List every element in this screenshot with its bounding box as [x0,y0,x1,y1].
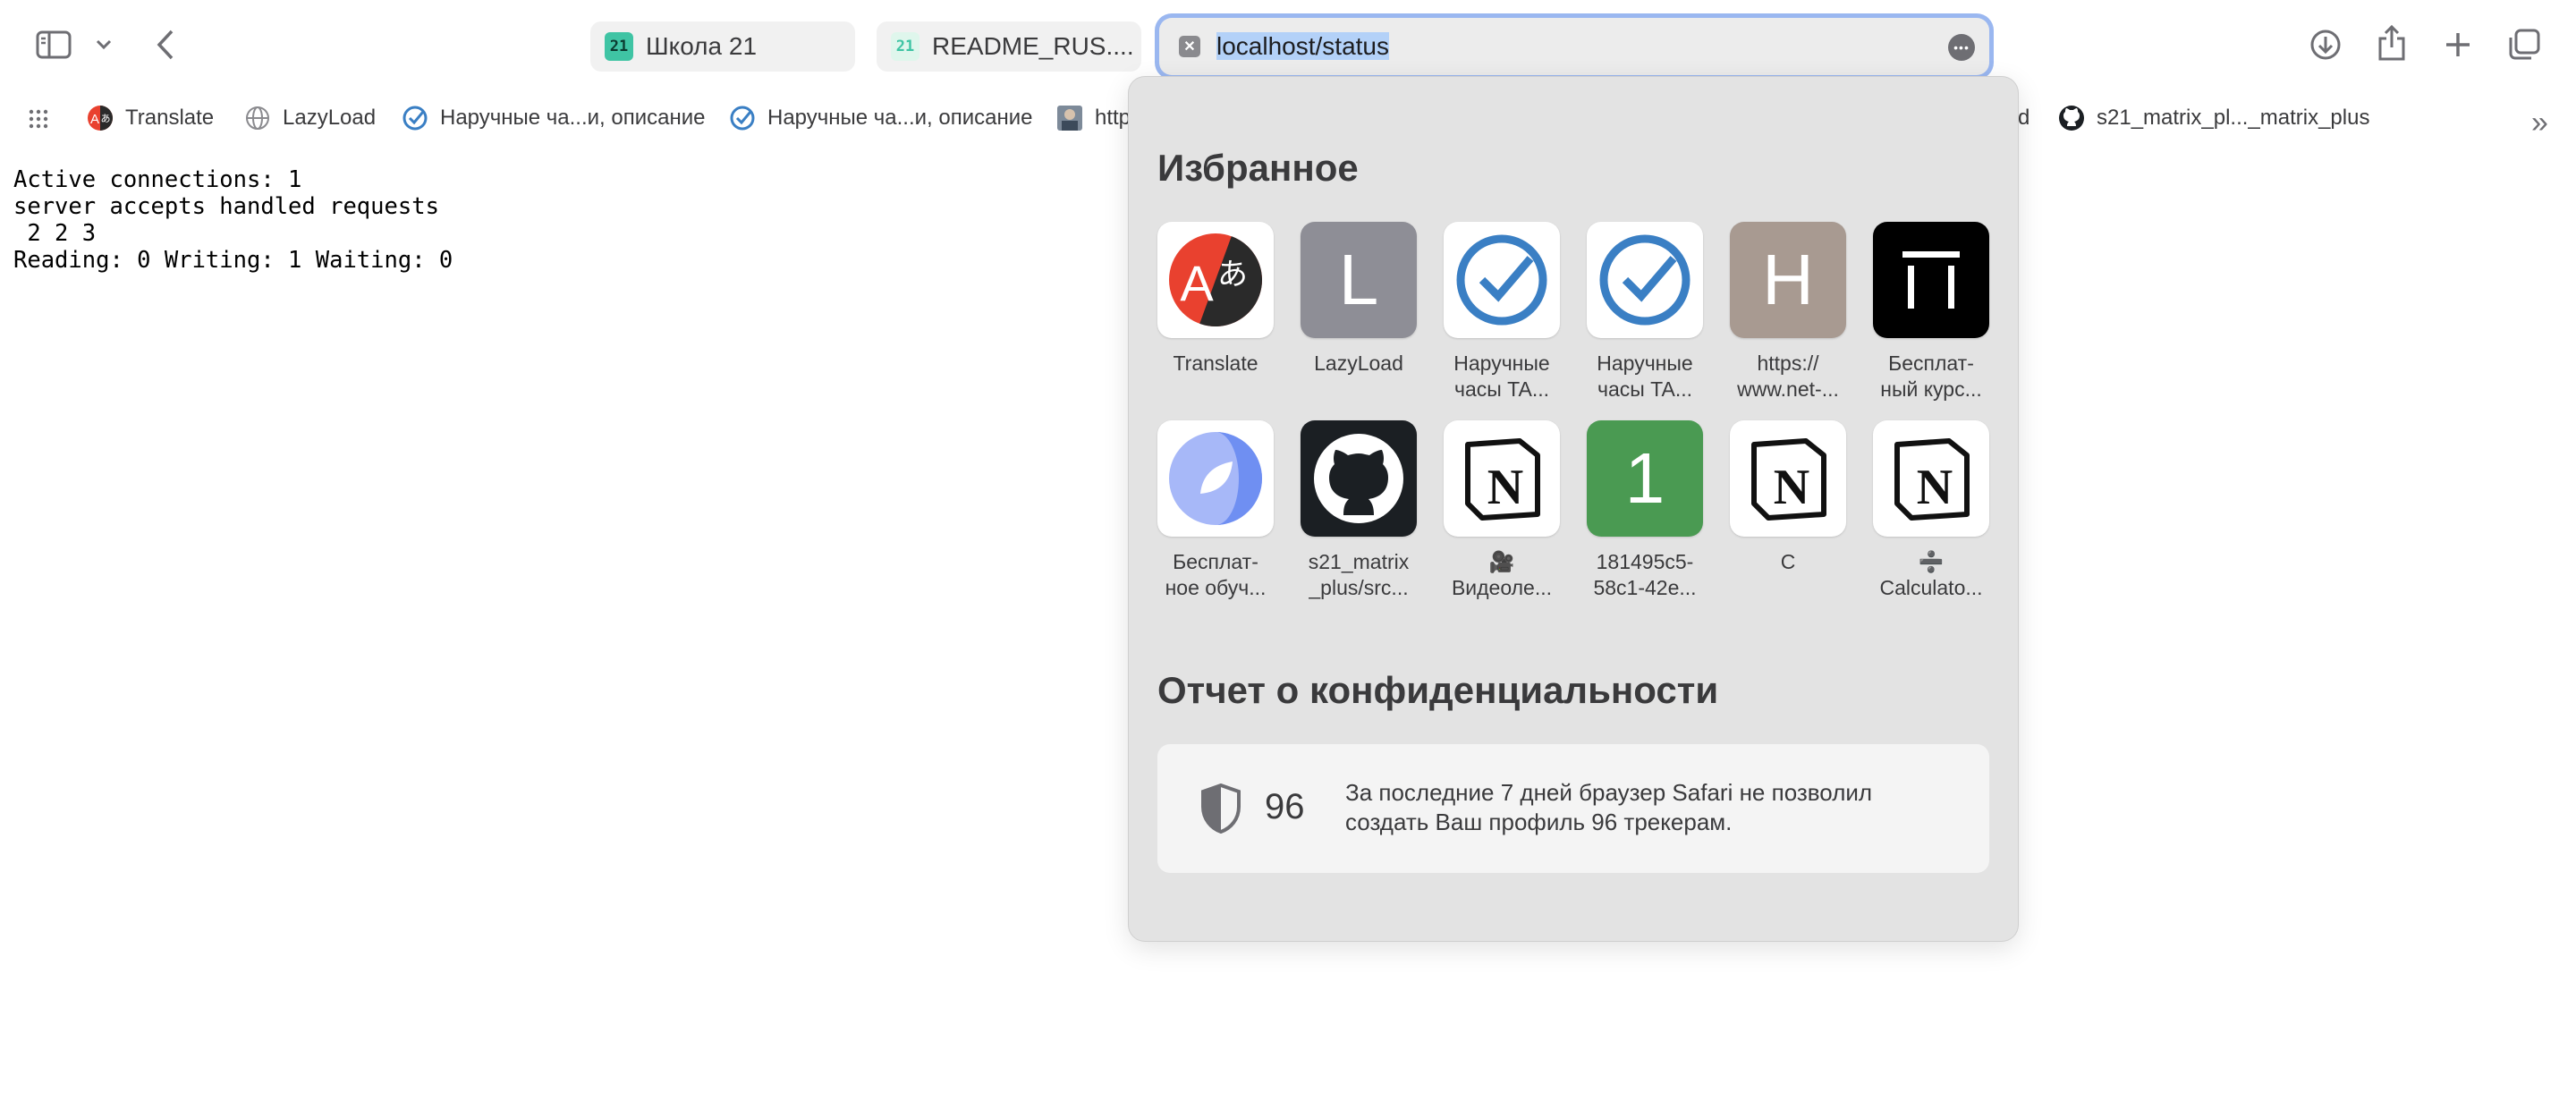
favorite-tile-c[interactable]: N C [1730,420,1846,575]
status-line: Reading: 0 Writing: 1 Waiting: 0 [13,247,453,274]
favorite-link-translate[interactable]: Aあ Translate [86,95,214,141]
school21-logo-icon: 21 [605,32,633,61]
privacy-report-heading: Отчет о конфиденциальности [1157,669,1719,711]
favorite-tile-uuid[interactable]: 1 181495c5- 58c1-42e... [1587,420,1703,601]
shield-icon [1200,783,1241,838]
tab-label: README_RUS.... [932,32,1134,60]
favorite-tile-watches-1[interactable]: Наручные часы TA... [1444,222,1560,402]
favorite-tile-translate[interactable]: Aあ Translate [1157,222,1274,377]
plus-icon[interactable] [2440,27,2476,63]
favorite-link-watches-1[interactable]: Наручные ча...и, описание [401,95,705,141]
leaf-icon [1157,420,1274,537]
favorite-tile-label: 🎥 Видеоле... [1451,550,1553,599]
address-input[interactable]: localhost/status [1216,30,1389,63]
notion-icon: N [1444,420,1560,537]
favorite-tile-net[interactable]: H https:// www.net-... [1730,222,1846,402]
globe-icon [243,104,272,132]
address-value: localhost/status [1216,32,1389,60]
favorite-link-hidden[interactable]: d [2018,95,2029,141]
favorite-tile-watches-2[interactable]: Наручные часы TA... [1587,222,1703,402]
favorite-link-lazyload[interactable]: LazyLoad [243,95,376,141]
more-icon[interactable]: ••• [1948,34,1975,61]
photo-icon [1055,104,1084,132]
clock-icon [1587,222,1703,338]
favorite-tile-label: 181495c5- 58c1-42e... [1593,550,1697,599]
svg-text:N: N [1774,460,1809,515]
favorite-label: LazyLoad [283,106,377,130]
school21-logo-light-icon: 21 [891,32,919,61]
favorite-link-watches-2[interactable]: Наручные ча...и, описание [728,95,1032,141]
tracker-count: 96 [1265,787,1305,826]
clear-icon[interactable]: ✕ [1179,36,1200,57]
status-line: server accepts handled requests [13,193,439,220]
favorite-label: Translate [125,106,215,130]
favorite-tile-lazyload[interactable]: L LazyLoad [1301,222,1417,377]
favorite-link-http[interactable]: http [1055,95,1131,141]
notion-icon: N [1730,420,1846,537]
chevron-double-right-icon[interactable]: » [2531,106,2548,140]
clock-icon [728,104,757,132]
favorite-tile-label: s21_matrix _plus/src... [1308,550,1410,599]
favorite-label: d [2018,106,2030,130]
favorite-tile-label: Наручные часы TA... [1597,351,1693,401]
favorite-tile-calculator[interactable]: N ➗ Calculato... [1873,420,1989,601]
letter-1-icon: 1 [1587,420,1703,537]
clock-icon [401,104,429,132]
letter-L-icon: L [1301,222,1417,338]
address-bar[interactable]: ✕ localhost/status ••• [1159,18,1989,75]
translate-icon: Aあ [1157,222,1274,338]
tabs-overview-icon[interactable] [2506,27,2542,63]
apps-grid-icon[interactable] [29,109,54,133]
favorite-tile-free-education[interactable]: Бесплат- ное обуч... [1157,420,1274,601]
github-icon [2057,104,2086,132]
favorite-label: http [1095,106,1131,130]
svg-text:A: A [1180,255,1214,311]
favorite-label: Наручные ча...и, описание [767,106,1033,130]
tab-school21[interactable]: 21 Школа 21 [590,21,855,72]
start-page-popover: Избранное Aあ Translate L LazyLoad Наручн… [1129,77,2018,941]
privacy-report-text: За последние 7 дней браузер Safari не по… [1345,779,1873,835]
translate-icon: Aあ [86,104,114,132]
github-icon [1301,420,1417,537]
course-icon [1873,222,1989,338]
favorite-tile-free-course[interactable]: Бесплат- ный курс... [1873,222,1989,402]
favorite-tile-label: Бесплат- ное обуч... [1165,550,1267,599]
favorite-label: s21_matrix_pl..._matrix_plus [2097,106,2370,130]
favorite-link-s21-matrix[interactable]: s21_matrix_pl..._matrix_plus [2057,95,2369,141]
svg-text:あ: あ [1217,257,1248,292]
favorites-heading: Избранное [1157,147,1359,189]
svg-text:N: N [1917,460,1953,515]
download-icon[interactable] [2308,27,2343,63]
favorite-tile-label: LazyLoad [1314,351,1403,375]
favorite-tile-label: Translate [1173,351,1258,375]
nginx-status-text: Active connections: 1 server accepts han… [13,166,453,274]
favorite-tile-label: https:// www.net-... [1737,351,1839,401]
privacy-report-card[interactable]: 96 За последние 7 дней браузер Safari не… [1157,744,1989,873]
favorite-tile-s21-matrix[interactable]: s21_matrix _plus/src... [1301,420,1417,601]
favorite-label: Наручные ча...и, описание [440,106,706,130]
sidebar-icon[interactable] [36,29,72,61]
status-line: Active connections: 1 [13,166,302,193]
favorite-tile-label: Бесплат- ный курс... [1880,351,1982,401]
favorite-tile-label: ➗ Calculato... [1879,550,1983,599]
svg-text:A: A [90,112,99,127]
status-line: 2 2 3 [13,220,97,247]
letter-H-icon: H [1730,222,1846,338]
chevron-down-icon[interactable] [93,34,114,55]
clock-icon [1444,222,1560,338]
share-icon[interactable] [2374,23,2410,63]
svg-text:N: N [1487,460,1523,515]
notion-icon: N [1873,420,1989,537]
favorite-tile-label: C [1780,550,1796,573]
favorite-tile-label: Наручные часы TA... [1453,351,1550,401]
svg-text:あ: あ [101,113,111,124]
tab-label: Школа 21 [646,32,758,60]
favorite-tile-video[interactable]: N 🎥 Видеоле... [1444,420,1560,601]
tab-readme[interactable]: 21 README_RUS.... [877,21,1141,72]
back-icon[interactable] [152,27,179,63]
